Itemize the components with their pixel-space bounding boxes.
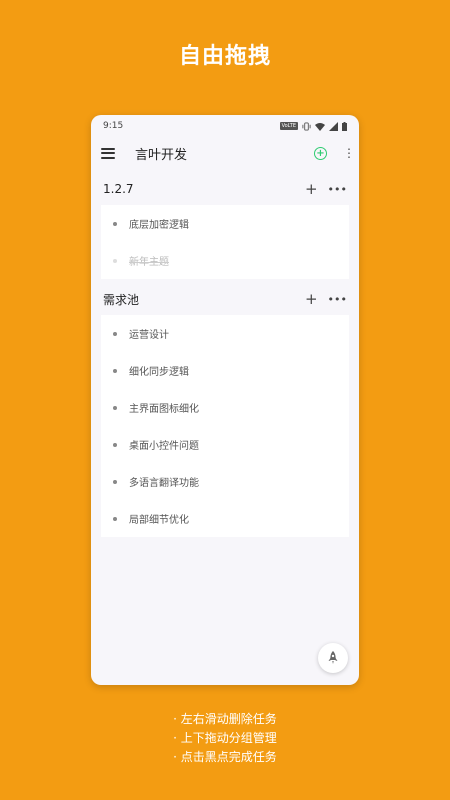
more-horiz-icon[interactable]: ••• [328,294,347,305]
caption-line: · 左右滑动删除任务 [173,712,277,726]
complete-dot-icon[interactable] [113,479,117,484]
app-title: 言叶开发 [135,147,188,163]
list-item-done[interactable]: 新年主题 [101,242,349,279]
add-task-icon[interactable]: + [305,181,318,197]
list-item[interactable]: 局部细节优化 [101,500,349,537]
group-1: 1.2.7 + ••• 底层加密逻辑 新年主题 [91,173,359,279]
complete-dot-icon[interactable] [113,516,117,521]
rocket-fab-button[interactable] [318,643,348,673]
signal-icon [329,121,338,131]
headline: 自由拖拽 [178,44,271,69]
battery-icon [342,121,347,131]
task-label: 主界面图标细化 [129,404,199,415]
status-bar: 9:15 VoLTE [91,115,359,137]
rocket-icon [328,651,338,664]
menu-icon[interactable] [101,147,115,159]
complete-dot-icon[interactable] [113,258,117,263]
task-label: 运营设计 [129,330,169,341]
wifi-icon [315,122,325,131]
complete-dot-icon[interactable] [113,442,117,447]
group-2: 需求池 + ••• 运营设计 细化同步逻辑 主界面图标细化 桌面小控件问题 多语… [91,283,359,537]
app-bar: 言叶开发 + ⋮ [91,137,359,169]
group-header[interactable]: 1.2.7 + ••• [91,173,359,205]
task-list: 运营设计 细化同步逻辑 主界面图标细化 桌面小控件问题 多语言翻译功能 局部细节… [101,315,349,537]
task-label: 新年主题 [129,257,169,268]
task-label: 局部细节优化 [129,515,189,526]
list-item[interactable]: 多语言翻译功能 [101,463,349,500]
status-time: 9:15 [103,121,124,131]
vibrate-icon [302,121,311,131]
task-label: 多语言翻译功能 [129,478,199,489]
list-item[interactable]: 主界面图标细化 [101,389,349,426]
group-title: 1.2.7 [103,182,134,196]
list-item[interactable]: 底层加密逻辑 [101,205,349,242]
complete-dot-icon[interactable] [113,221,117,226]
task-label: 细化同步逻辑 [129,367,189,378]
feature-captions: · 左右滑动删除任务 · 上下拖动分组管理 · 点击黑点完成任务 [0,710,450,767]
caption-line: · 上下拖动分组管理 [173,731,277,745]
group-header[interactable]: 需求池 + ••• [91,283,359,315]
complete-dot-icon[interactable] [113,405,117,410]
group-title: 需求池 [103,292,140,307]
more-vert-icon[interactable]: ⋮ [343,147,355,159]
complete-dot-icon[interactable] [113,368,117,373]
add-group-icon[interactable]: + [314,146,327,160]
complete-dot-icon[interactable] [113,331,117,336]
list-item[interactable]: 桌面小控件问题 [101,426,349,463]
phone-screen: 9:15 VoLTE 言叶开发 + ⋮ 1.2.7 + ••• 底层加密逻辑 新… [91,115,359,685]
caption-line: · 点击黑点完成任务 [173,750,277,764]
volte-icon: VoLTE [279,122,298,130]
list-item[interactable]: 细化同步逻辑 [101,352,349,389]
more-horiz-icon[interactable]: ••• [328,184,347,195]
add-task-icon[interactable]: + [305,291,318,307]
task-label: 底层加密逻辑 [129,220,189,231]
task-list: 底层加密逻辑 新年主题 [101,205,349,279]
list-item[interactable]: 运营设计 [101,315,349,352]
status-icons: VoLTE [279,121,347,131]
task-label: 桌面小控件问题 [129,441,199,452]
